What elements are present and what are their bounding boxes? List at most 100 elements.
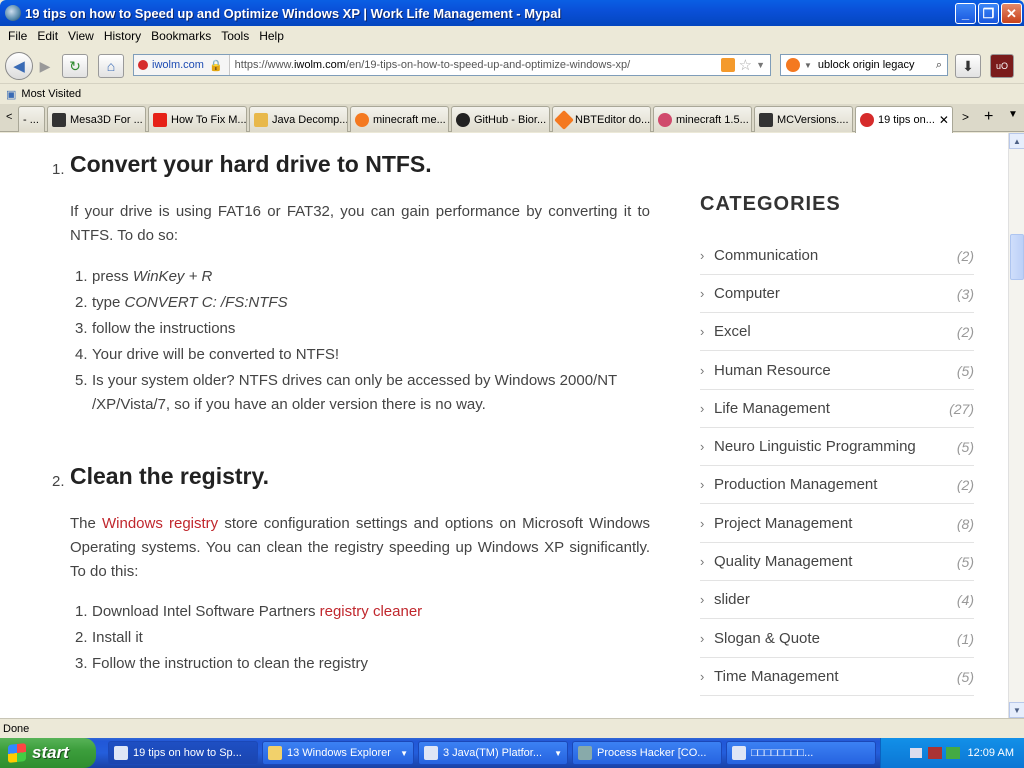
categories-title: CATEGORIES	[700, 193, 841, 215]
windows-registry-link[interactable]: Windows registry	[102, 515, 218, 532]
scroll-down-icon[interactable]: ▼	[1009, 702, 1024, 718]
navigation-toolbar: ◀ ▶ ↻ ⌂ iwolm.com 🔒 https://www.iwolm.co…	[0, 46, 1024, 84]
lock-icon: 🔒	[208, 59, 223, 72]
search-input[interactable]: ublock origin legacy	[818, 59, 915, 71]
category-item[interactable]: › Life Management (27)	[700, 390, 974, 428]
new-tab-icon[interactable]: +	[984, 108, 993, 126]
menu-bar: File Edit View History Bookmarks Tools H…	[0, 26, 1024, 46]
category-item[interactable]: › Excel (2)	[700, 313, 974, 351]
tab-6[interactable]: NBTEditor do...	[552, 106, 651, 132]
vertical-scrollbar[interactable]: ▲ ▼	[1008, 133, 1024, 718]
network-icon[interactable]	[945, 747, 960, 759]
list-item: 3. Follow the instruction to clean the re…	[75, 655, 368, 672]
tab-3[interactable]: Java Decomp...	[249, 106, 348, 132]
category-item[interactable]: › Slogan & Quote (1)	[700, 620, 974, 658]
home-button[interactable]: ⌂	[98, 54, 124, 78]
category-item[interactable]: › Production Management (2)	[700, 466, 974, 504]
taskbar-item[interactable]: □□□□□□□□...	[726, 741, 876, 765]
taskbar-item[interactable]: 13 Windows Explorer ▼	[262, 741, 414, 765]
category-item[interactable]: › Project Management (8)	[700, 505, 974, 543]
process-icon[interactable]	[927, 747, 942, 759]
chevron-right-icon: ›	[700, 363, 705, 378]
taskbar-item[interactable]: Process Hacker [CO...	[572, 741, 722, 765]
tab-favicon-icon	[254, 112, 268, 127]
ublock-button[interactable]: uO	[990, 54, 1014, 78]
category-item[interactable]: › Human Resource (5)	[700, 352, 974, 390]
search-bar[interactable]: ▼ ublock origin legacy ⌕	[780, 54, 948, 76]
start-button[interactable]: start	[0, 738, 96, 768]
tab-1[interactable]: Mesa3D For ...	[47, 106, 146, 132]
taskbar-item[interactable]: 19 tips on how to Sp...	[108, 741, 258, 765]
mypal-app-icon	[5, 5, 21, 21]
menu-file[interactable]: File	[3, 29, 32, 43]
section-intro: The Windows registry store configuration…	[70, 515, 651, 580]
tab-5[interactable]: GitHub - Bior...	[451, 106, 550, 132]
site-identity-button[interactable]: iwolm.com 🔒	[134, 55, 230, 75]
tab-favicon-icon	[759, 112, 773, 127]
scrollbar-thumb[interactable]	[1010, 234, 1024, 280]
downloads-button[interactable]: ⬇	[955, 54, 981, 78]
chevron-right-icon: ›	[700, 554, 705, 569]
tab-scroll-right-icon[interactable]: >	[962, 110, 969, 124]
bookmark-folder-icon: ▣	[6, 88, 17, 101]
reload-icon: ↻	[69, 57, 81, 74]
bookmark-star-icon[interactable]: ☆	[739, 56, 752, 74]
search-engine-icon[interactable]	[786, 58, 800, 72]
url-path: /en/19-tips-on-how-to-speed-up-and-optim…	[345, 59, 631, 71]
search-engine-dropdown-icon[interactable]: ▼	[804, 61, 812, 70]
tab-list-icon[interactable]: ▼	[1008, 109, 1018, 120]
window-title-bar[interactable]: 19 tips on how to Speed up and Optimize …	[0, 0, 1024, 26]
maximize-button[interactable]: ❐	[978, 3, 999, 24]
search-icon[interactable]: ⌕	[936, 59, 942, 72]
forward-button[interactable]: ▶	[34, 54, 56, 78]
site-favicon-icon	[138, 60, 148, 70]
reload-button[interactable]: ↻	[62, 54, 88, 78]
tab-scroll-left-icon[interactable]: <	[6, 111, 12, 123]
home-icon: ⌂	[106, 58, 116, 74]
url-input[interactable]: https://www.iwolm.com/en/19-tips-on-how-…	[230, 59, 721, 71]
section-heading-text: Clean the registry.	[70, 463, 269, 489]
tab-7[interactable]: minecraft 1.5...	[653, 106, 752, 132]
close-window-button[interactable]: ✕	[1001, 3, 1022, 24]
tab-4[interactable]: minecraft me...	[350, 106, 449, 132]
tab-2[interactable]: How To Fix M...	[148, 106, 247, 132]
list-item: 5. Is your system older? NTFS drives can …	[75, 372, 618, 413]
tab-8[interactable]: MCVersions....	[754, 106, 853, 132]
chevron-right-icon: ›	[700, 516, 705, 531]
menu-bookmarks[interactable]: Bookmarks	[146, 29, 216, 43]
ordered-list: 1. press WinKey + R 2. type CONVERT C: /FS…	[75, 264, 617, 417]
menu-help[interactable]: Help	[254, 29, 289, 43]
chevron-right-icon: ›	[700, 477, 705, 492]
menu-view[interactable]: View	[63, 29, 99, 43]
category-item[interactable]: › Neuro Linguistic Programming (5)	[700, 428, 974, 466]
menu-edit[interactable]: Edit	[32, 29, 63, 43]
category-item[interactable]: › slider (4)	[700, 581, 974, 619]
registry-cleaner-link[interactable]: registry cleaner	[320, 603, 423, 620]
menu-history[interactable]: History	[99, 29, 146, 43]
tab-0[interactable]: - ...	[18, 106, 45, 132]
url-bar[interactable]: iwolm.com 🔒 https://www.iwolm.com/en/19-…	[133, 54, 771, 76]
rss-feed-icon[interactable]	[720, 58, 735, 72]
bookmark-most-visited[interactable]: Most Visited	[21, 88, 81, 100]
category-item[interactable]: › Quality Management (5)	[700, 543, 974, 581]
category-item[interactable]: › Time Management (5)	[700, 658, 974, 696]
mypal-app-icon	[114, 746, 128, 760]
category-item[interactable]: › Communication (2)	[700, 237, 974, 275]
scroll-up-icon[interactable]: ▲	[1009, 133, 1024, 149]
tab-label: GitHub - Bior...	[474, 113, 547, 126]
section-heading: 1. Convert your hard drive to NTFS.	[52, 152, 432, 178]
back-button[interactable]: ◀	[5, 52, 33, 80]
category-item[interactable]: › Computer (3)	[700, 275, 974, 313]
clock[interactable]: 12:09 AM	[968, 747, 1014, 759]
tab-active[interactable]: 19 tips on... ✕	[855, 106, 953, 133]
url-dropdown-icon[interactable]: ▼	[756, 60, 765, 70]
chevron-right-icon: ›	[700, 401, 705, 416]
close-tab-icon[interactable]: ✕	[935, 113, 949, 127]
minimize-button[interactable]: _	[955, 3, 976, 24]
menu-tools[interactable]: Tools	[216, 29, 254, 43]
keyboard-icon[interactable]	[909, 748, 922, 758]
arrow-right-icon: ▶	[39, 57, 51, 74]
taskbar-item[interactable]: 3 Java(TM) Platfor... ▼	[418, 741, 568, 765]
tab-favicon-icon	[52, 112, 66, 127]
list-item: 3. follow the instructions	[75, 320, 236, 337]
